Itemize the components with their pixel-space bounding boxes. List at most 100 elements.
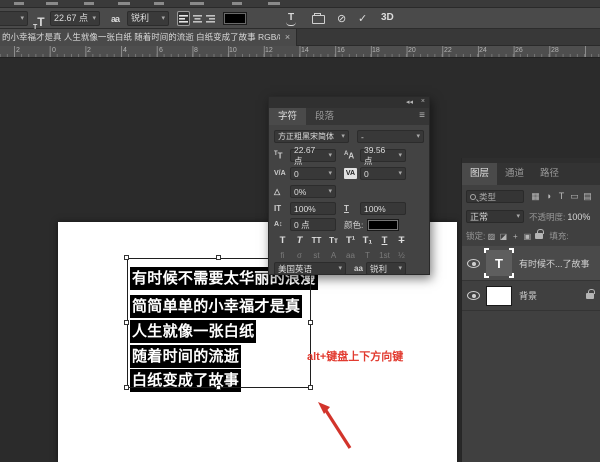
antialias-dropdown[interactable]: 锐利 ▾ xyxy=(127,11,169,26)
close-panel-icon[interactable]: × xyxy=(421,98,425,105)
transform-handle[interactable] xyxy=(124,255,129,260)
fill-label: 填充: xyxy=(549,230,568,242)
commit-edits-icon[interactable]: ✓ xyxy=(358,12,367,25)
font-style-value: - xyxy=(361,132,364,142)
align-center-button[interactable] xyxy=(191,11,204,26)
all-caps-button[interactable]: TT xyxy=(308,236,325,245)
swash-button[interactable]: A xyxy=(325,251,342,260)
vertical-scale-value: 100% xyxy=(294,204,316,214)
chevron-down-icon: ▾ xyxy=(92,15,96,22)
tab-paragraph[interactable]: 段落 xyxy=(306,108,343,125)
chevron-down-icon: ▾ xyxy=(341,133,345,140)
text-layer-row[interactable]: T 有时候不...了故事 xyxy=(462,246,600,280)
proportional-spacing-icon: △ xyxy=(274,187,290,196)
font-size-field[interactable]: 22.67 点 ▾ xyxy=(290,149,336,162)
lock-all-icon[interactable] xyxy=(535,233,543,239)
filter-smartobject-icon[interactable]: ▤ xyxy=(581,191,594,202)
filter-adjustment-icon[interactable]: ◑ xyxy=(542,191,555,202)
align-left-button[interactable] xyxy=(177,11,190,26)
baseline-shift-value: 0 点 xyxy=(294,219,310,231)
lock-transparency-icon[interactable]: ▨ xyxy=(485,232,497,241)
transform-handle[interactable] xyxy=(308,320,313,325)
cancel-edits-icon[interactable]: ⊘ xyxy=(337,12,346,25)
background-layer-row[interactable]: 背景 xyxy=(462,281,600,310)
stylistic-alternates-button[interactable]: aa xyxy=(342,251,359,260)
horizontal-ruler[interactable]: 20 24 68 1012 1416 1820 2224 2628 xyxy=(0,46,600,58)
horizontal-scale-icon: T xyxy=(344,204,360,213)
transform-handle[interactable] xyxy=(216,385,221,390)
transform-handle[interactable] xyxy=(124,320,129,325)
document-title: 的小幸福才是真 人生就像一张白纸 随着时间的流逝 白纸变成了故事 RGB/8) … xyxy=(2,29,280,46)
tracking-field[interactable]: 0 ▾ xyxy=(360,167,406,180)
contextual-alternates-button[interactable]: σ xyxy=(291,251,308,260)
3d-button[interactable]: 3D xyxy=(381,12,394,23)
lock-position-icon[interactable]: + xyxy=(509,232,521,241)
text-bounding-box[interactable] xyxy=(127,258,311,388)
lock-pixels-icon[interactable]: ◪ xyxy=(497,232,509,241)
document-tab[interactable]: 的小幸福才是真 人生就像一张白纸 随着时间的流逝 白纸变成了故事 RGB/8) … xyxy=(0,29,297,46)
text-layer-thumbnail[interactable]: T xyxy=(486,250,512,276)
tab-channels[interactable]: 通道 xyxy=(497,163,532,185)
transform-handle[interactable] xyxy=(216,255,221,260)
panel-menu-icon[interactable]: ≡ xyxy=(419,110,425,121)
ordinals-button[interactable]: 1st xyxy=(376,251,393,260)
small-caps-button[interactable]: Tт xyxy=(325,236,342,245)
text-color-swatch[interactable] xyxy=(223,12,247,25)
toggle-panels-icon[interactable] xyxy=(312,15,325,24)
tab-paths[interactable]: 路径 xyxy=(532,163,567,185)
align-right-button[interactable] xyxy=(204,11,217,26)
tracking-value: 0 xyxy=(364,169,369,179)
filter-pixel-icon[interactable]: ▦ xyxy=(529,191,542,202)
language-value: 美国英语 xyxy=(278,263,312,275)
character-color-swatch[interactable] xyxy=(367,219,399,231)
faux-bold-button[interactable]: T xyxy=(274,235,291,246)
underline-button[interactable]: T xyxy=(376,235,393,246)
blend-mode-dropdown[interactable]: 正常 ▾ xyxy=(466,210,524,223)
fractions-button[interactable]: ½ xyxy=(393,251,410,260)
discretionary-ligatures-button[interactable]: st xyxy=(308,251,325,260)
layer-filter-search[interactable]: 类型 xyxy=(466,190,524,203)
proportional-spacing-field[interactable]: 0% ▾ xyxy=(290,185,336,198)
vertical-scale-field[interactable]: 100% xyxy=(290,202,336,215)
superscript-button[interactable]: T¹ xyxy=(342,235,359,246)
filter-type-icon[interactable]: T xyxy=(555,191,568,202)
chevron-down-icon: ▾ xyxy=(20,15,24,22)
faux-italic-button[interactable]: T xyxy=(291,235,308,246)
visibility-eye-icon[interactable] xyxy=(467,259,480,268)
kerning-field[interactable]: 0 ▾ xyxy=(290,167,336,180)
background-layer-name: 背景 xyxy=(519,289,537,302)
font-style-dropdown[interactable]: ▾ xyxy=(0,11,28,26)
layers-panel: 图层 通道 路径 类型 ▦ ◑ T ▭ ▤ 正常 ▾ 不透明度: 100% xyxy=(461,158,600,462)
font-style-dropdown[interactable]: - ▾ xyxy=(357,130,424,143)
language-dropdown[interactable]: 美国英语 ▾ xyxy=(274,262,346,275)
transform-handle[interactable] xyxy=(124,385,129,390)
visibility-eye-icon[interactable] xyxy=(467,291,480,300)
filter-shape-icon[interactable]: ▭ xyxy=(568,191,581,202)
chevron-down-icon: ▾ xyxy=(328,170,332,177)
close-tab-icon[interactable]: × xyxy=(282,32,293,43)
font-size-dropdown[interactable]: 22.67 点 ▾ xyxy=(50,11,100,26)
leading-field[interactable]: 39.56 点 ▾ xyxy=(360,149,406,162)
collapse-panel-icon[interactable]: ◂◂ xyxy=(406,98,413,106)
horizontal-scale-field[interactable]: 100% xyxy=(360,202,406,215)
titling-alternates-button[interactable]: T xyxy=(359,251,376,260)
chevron-down-icon: ▾ xyxy=(398,265,402,272)
panel-antialias-dropdown[interactable]: 锐利 ▾ xyxy=(366,262,406,275)
lock-artboard-icon[interactable]: ▣ xyxy=(521,232,533,241)
warp-text-icon[interactable]: T xyxy=(284,12,298,27)
background-layer-thumbnail[interactable] xyxy=(486,286,512,306)
layers-panel-tabs: 图层 通道 路径 xyxy=(462,163,600,185)
font-family-dropdown[interactable]: 方正粗黑宋简体 ▾ xyxy=(274,130,349,143)
filter-kind-value: 类型 xyxy=(479,191,496,203)
subscript-button[interactable]: T₁ xyxy=(359,235,376,246)
strikethrough-button[interactable]: T xyxy=(393,235,410,246)
ligatures-button[interactable]: fi xyxy=(274,251,291,260)
tab-layers[interactable]: 图层 xyxy=(462,163,497,185)
align-center-icon xyxy=(193,14,203,24)
tab-character[interactable]: 字符 xyxy=(269,108,306,125)
proportional-spacing-value: 0% xyxy=(294,187,306,197)
chevron-down-icon: ▾ xyxy=(398,170,402,177)
opacity-value[interactable]: 100% xyxy=(567,212,590,222)
baseline-shift-field[interactable]: 0 点 xyxy=(290,218,336,231)
transform-handle[interactable] xyxy=(308,385,313,390)
